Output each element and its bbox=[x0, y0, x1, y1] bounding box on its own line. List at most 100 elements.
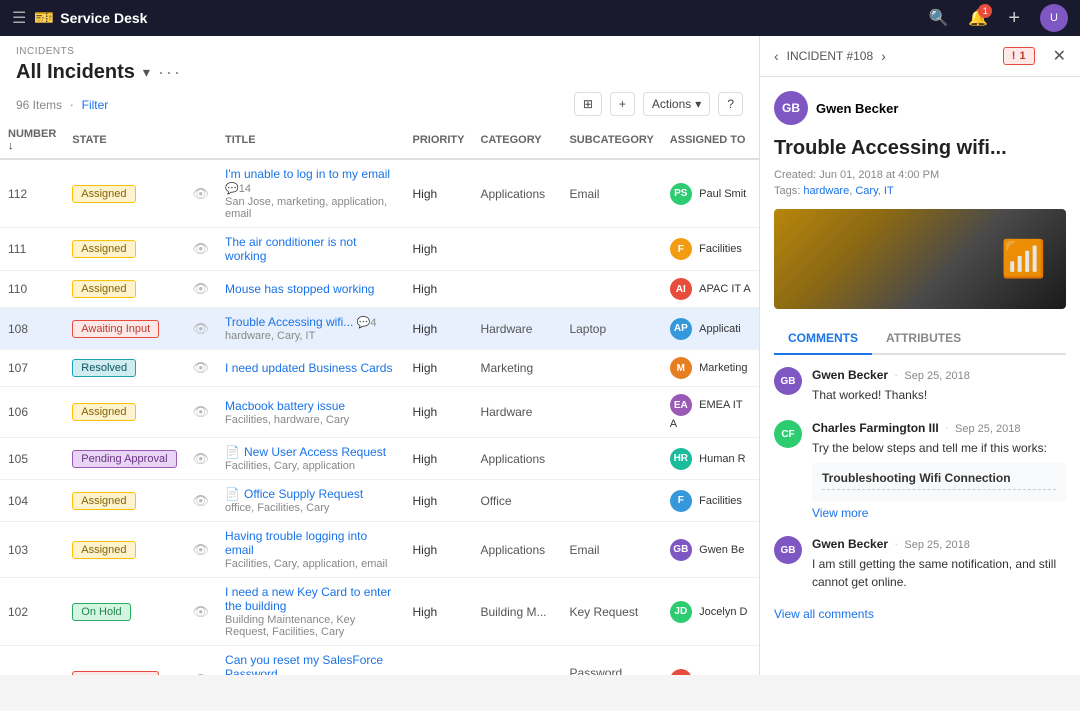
col-assigned-header: ASSIGNED TO bbox=[662, 122, 759, 159]
tab-comments[interactable]: COMMENTS bbox=[774, 323, 872, 355]
filter-link[interactable]: Filter bbox=[82, 98, 109, 112]
eye-icon[interactable]: 👁 bbox=[193, 360, 210, 375]
title-dropdown-icon[interactable]: ▾ bbox=[143, 64, 150, 81]
cell-eye[interactable]: 👁 bbox=[185, 646, 218, 676]
prev-incident-button[interactable]: ‹ bbox=[774, 48, 779, 64]
user-avatar[interactable]: U bbox=[1040, 4, 1068, 32]
actions-button[interactable]: Actions ▾ bbox=[643, 92, 710, 116]
cell-eye[interactable]: 👁 bbox=[185, 228, 218, 271]
incident-title-link[interactable]: Mouse has stopped working bbox=[225, 282, 374, 296]
eye-icon[interactable]: 👁 bbox=[193, 451, 210, 466]
cell-eye[interactable]: 👁 bbox=[185, 578, 218, 646]
cell-priority: High bbox=[405, 438, 473, 480]
search-icon[interactable]: 🔍 bbox=[928, 10, 948, 27]
incident-title-link[interactable]: Office Supply Request bbox=[244, 487, 363, 501]
eye-icon[interactable]: 👁 bbox=[193, 186, 210, 201]
cell-title: Having trouble logging into email Facili… bbox=[217, 522, 404, 578]
cell-eye[interactable]: 👁 bbox=[185, 308, 218, 350]
help-button[interactable]: ? bbox=[718, 92, 743, 116]
status-badge: Awaiting Input bbox=[72, 671, 159, 676]
assigned-name: Human R bbox=[699, 453, 745, 465]
toolbar-actions: ⊞ + Actions ▾ ? bbox=[574, 92, 743, 116]
add-icon[interactable]: + bbox=[1008, 7, 1020, 30]
cell-eye[interactable]: 👁 bbox=[185, 480, 218, 522]
cell-state: Awaiting Input bbox=[64, 646, 184, 676]
incident-title-link[interactable]: I need updated Business Cards bbox=[225, 361, 392, 375]
items-count: 96 Items bbox=[16, 98, 62, 112]
cell-title: The air conditioner is not working bbox=[217, 228, 404, 271]
next-incident-button[interactable]: › bbox=[881, 48, 886, 64]
tag-cary[interactable]: Cary bbox=[855, 185, 877, 197]
comment-item: CF Charles Farmington III · Sep 25, 2018… bbox=[774, 420, 1066, 520]
cell-subcategory: Email bbox=[561, 159, 661, 228]
cell-eye[interactable]: 👁 bbox=[185, 522, 218, 578]
table-row[interactable]: 112 Assigned 👁 I'm unable to log in to m… bbox=[0, 159, 759, 228]
view-all-comments-link[interactable]: View all comments bbox=[774, 607, 1066, 621]
eye-icon[interactable]: 👁 bbox=[193, 281, 210, 296]
comment-date: Sep 25, 2018 bbox=[904, 370, 969, 382]
status-badge: On Hold bbox=[72, 603, 130, 621]
eye-icon[interactable]: 👁 bbox=[193, 542, 210, 557]
add-button[interactable]: + bbox=[610, 92, 635, 116]
toolbar-row: 96 Items · Filter ⊞ + Actions ▾ bbox=[16, 92, 743, 116]
menu-icon[interactable]: ☰ bbox=[12, 8, 26, 28]
cell-number: 108 bbox=[0, 308, 64, 350]
table-row[interactable]: 105 Pending Approval 👁 📄New User Access … bbox=[0, 438, 759, 480]
view-more-link[interactable]: View more bbox=[812, 506, 1066, 520]
count-area: 96 Items · Filter bbox=[16, 97, 108, 112]
comment-sub-item: Troubleshooting Wifi Connection bbox=[812, 463, 1066, 502]
table-row[interactable]: 106 Assigned 👁 Macbook battery issue Fac… bbox=[0, 387, 759, 438]
tab-attributes[interactable]: ATTRIBUTES bbox=[872, 323, 975, 355]
close-detail-button[interactable]: ✕ bbox=[1053, 46, 1066, 66]
more-options-icon[interactable]: ··· bbox=[158, 62, 182, 83]
incident-subtitle: Facilities, Cary, application, email bbox=[225, 558, 396, 570]
table-row[interactable]: 110 Assigned 👁 Mouse has stopped working… bbox=[0, 271, 759, 308]
detail-header: ‹ INCIDENT #108 › ! 1 ✕ bbox=[760, 36, 1080, 77]
grid-view-button[interactable]: ⊞ bbox=[574, 92, 602, 116]
incident-title-link[interactable]: Can you reset my SalesForce Password bbox=[225, 653, 383, 675]
cell-eye[interactable]: 👁 bbox=[185, 350, 218, 387]
cell-eye[interactable]: 👁 bbox=[185, 438, 218, 480]
assigned-name: Facilities bbox=[699, 495, 742, 507]
cell-title: Can you reset my SalesForce Password Cla… bbox=[217, 646, 404, 676]
eye-icon[interactable]: 👁 bbox=[193, 672, 210, 676]
eye-icon[interactable]: 👁 bbox=[193, 604, 210, 619]
nav-logo: 🎫 Service Desk bbox=[34, 8, 147, 28]
table-row[interactable]: 102 On Hold 👁 I need a new Key Card to e… bbox=[0, 578, 759, 646]
cell-eye[interactable]: 👁 bbox=[185, 387, 218, 438]
eye-icon[interactable]: 👁 bbox=[193, 241, 210, 256]
incident-title-link[interactable]: Trouble Accessing wifi... bbox=[225, 315, 353, 329]
incident-title-link[interactable]: Having trouble logging into email bbox=[225, 529, 367, 557]
cell-state: Assigned bbox=[64, 271, 184, 308]
tag-it[interactable]: IT bbox=[884, 185, 894, 197]
incident-title-link[interactable]: New User Access Request bbox=[244, 445, 386, 459]
col-state-header: STATE bbox=[64, 122, 184, 159]
comment-text: I am still getting the same notification… bbox=[812, 555, 1066, 591]
comment-header: Gwen Becker · Sep 25, 2018 bbox=[812, 536, 1066, 551]
eye-icon[interactable]: 👁 bbox=[193, 404, 210, 419]
table-row[interactable]: 103 Assigned 👁 Having trouble logging in… bbox=[0, 522, 759, 578]
table-row[interactable]: 107 Resolved 👁 I need updated Business C… bbox=[0, 350, 759, 387]
table-row[interactable]: 104 Assigned 👁 📄Office Supply Request of… bbox=[0, 480, 759, 522]
comment-author: Gwen Becker bbox=[812, 537, 888, 551]
incident-title-link[interactable]: I'm unable to log in to my email bbox=[225, 167, 390, 181]
tag-hardware[interactable]: hardware bbox=[803, 185, 849, 197]
add-icon: + bbox=[619, 97, 626, 111]
cell-eye[interactable]: 👁 bbox=[185, 159, 218, 228]
incident-title-link[interactable]: I need a new Key Card to enter the build… bbox=[225, 585, 391, 613]
eye-icon[interactable]: 👁 bbox=[193, 321, 210, 336]
cell-priority: High bbox=[405, 271, 473, 308]
left-panel: INCIDENTS All Incidents ▾ ··· 96 Items ·… bbox=[0, 36, 760, 675]
right-panel: ‹ INCIDENT #108 › ! 1 ✕ GB Gwen Becker T… bbox=[760, 36, 1080, 675]
incident-title-link[interactable]: Macbook battery issue bbox=[225, 399, 345, 413]
file-icon: 📄 bbox=[225, 445, 240, 459]
actions-label: Actions bbox=[652, 97, 691, 111]
eye-icon[interactable]: 👁 bbox=[193, 493, 210, 508]
cell-title: 📄Office Supply Request office, Facilitie… bbox=[217, 480, 404, 522]
table-row[interactable]: 101 Awaiting Input 👁 Can you reset my Sa… bbox=[0, 646, 759, 676]
cell-eye[interactable]: 👁 bbox=[185, 271, 218, 308]
table-row[interactable]: 108 Awaiting Input 👁 Trouble Accessing w… bbox=[0, 308, 759, 350]
incident-title-link[interactable]: The air conditioner is not working bbox=[225, 235, 356, 263]
table-row[interactable]: 111 Assigned 👁 The air conditioner is no… bbox=[0, 228, 759, 271]
priority-badge: ! 1 bbox=[1003, 47, 1035, 65]
